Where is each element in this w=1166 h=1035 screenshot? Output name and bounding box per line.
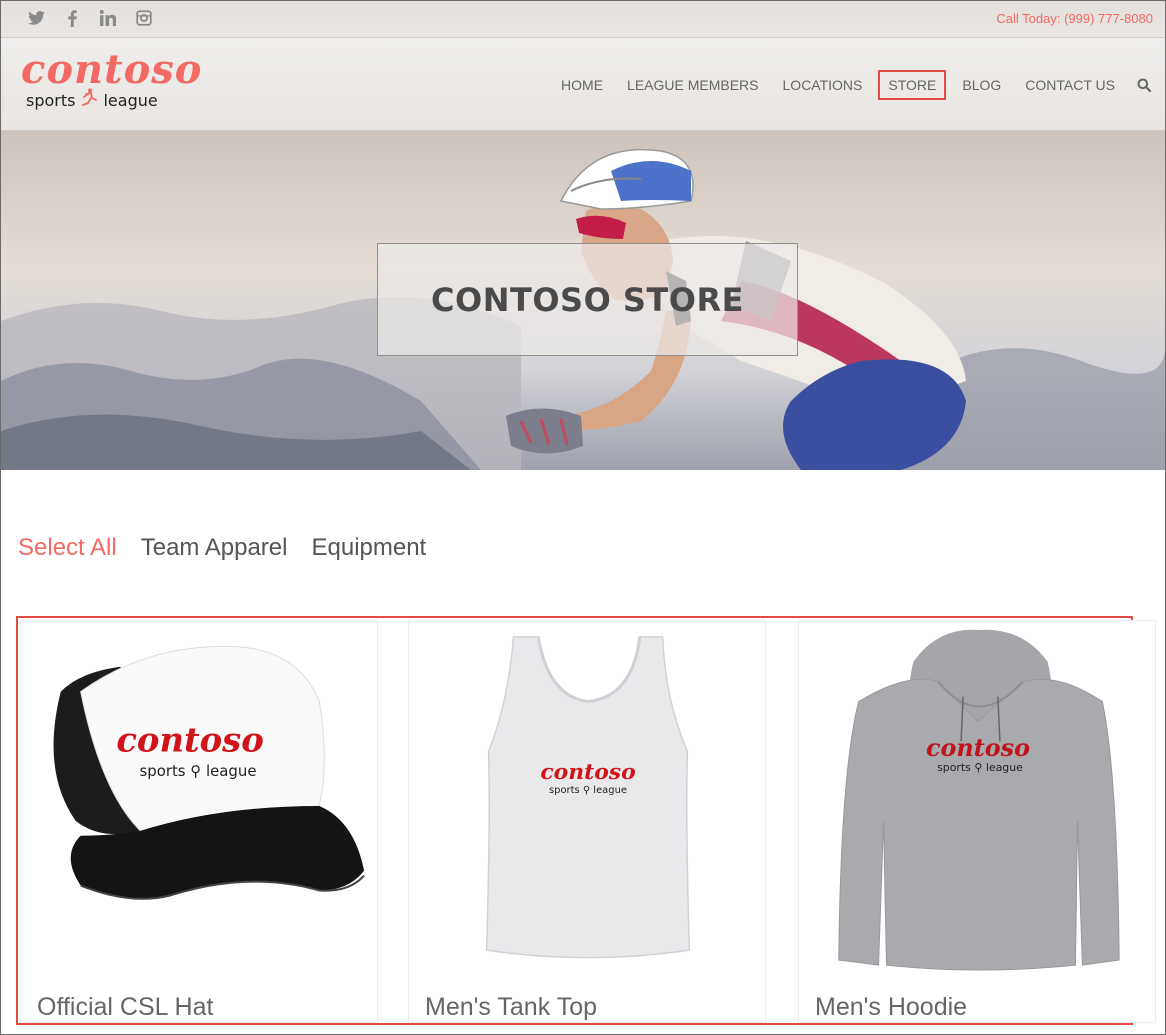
nav-league-members[interactable]: LEAGUE MEMBERS [619,72,766,98]
hero-title: CONTOSO STORE [431,280,744,319]
search-icon[interactable] [1137,78,1151,92]
hero-banner: CONTOSO STORE [1,131,1165,470]
product-name[interactable]: Men's Tank Top [425,993,597,1022]
filter-equipment[interactable]: Equipment [311,534,426,562]
product-card-hoodie[interactable]: contoso sports ⚲ league Men's Hoodie [798,620,1156,1023]
nav-contact-us[interactable]: CONTACT US [1017,72,1123,98]
logo-word-league: league [103,90,158,110]
logo-script-text: contoso [21,46,203,93]
facebook-icon[interactable] [63,9,81,27]
site-logo[interactable]: contoso sports league [21,50,201,122]
product-card-tank-top[interactable]: contoso sports ⚲ league Men's Tank Top [408,620,766,1023]
filter-select-all[interactable]: Select All [18,534,117,562]
logo-subtitle: sports league [26,88,158,112]
hat-image[interactable]: contoso sports ⚲ league [21,621,377,983]
product-card-hat[interactable]: contoso sports ⚲ league Official CSL Hat [20,620,378,1023]
tank-top-image[interactable]: contoso sports ⚲ league [409,621,765,983]
svg-text:contoso: contoso [116,719,263,759]
nav-blog[interactable]: BLOG [954,72,1009,98]
filter-team-apparel[interactable]: Team Apparel [141,534,288,562]
linkedin-icon[interactable] [99,9,117,27]
product-grid: contoso sports ⚲ league Official CSL Hat… [16,616,1156,1025]
top-bar: Call Today: (999) 777-8080 [1,1,1165,37]
main-nav: HOME LEAGUE MEMBERS LOCATIONS STORE BLOG… [545,70,1151,100]
hoodie-image[interactable]: contoso sports ⚲ league [799,621,1155,983]
site-header: contoso sports league HOME LEAGUE MEMBER… [1,37,1165,131]
product-name[interactable]: Men's Hoodie [815,993,967,1022]
call-today-text: Call Today: (999) 777-8080 [996,11,1153,26]
hero-title-box: CONTOSO STORE [377,243,798,356]
logo-word-sports: sports [26,90,76,110]
twitter-icon[interactable] [27,9,45,27]
nav-home[interactable]: HOME [553,72,611,98]
svg-text:sports ⚲ league: sports ⚲ league [549,785,627,796]
svg-text:sports ⚲ league: sports ⚲ league [937,761,1023,774]
svg-text:contoso: contoso [540,759,635,785]
svg-text:sports ⚲ league: sports ⚲ league [139,762,256,780]
product-filter-tabs: Select All Team Apparel Equipment [18,534,426,562]
product-name[interactable]: Official CSL Hat [37,993,213,1022]
runner-icon [81,88,98,112]
nav-store[interactable]: STORE [878,70,947,100]
instagram-icon[interactable] [135,9,153,27]
social-links [27,9,153,27]
svg-text:contoso: contoso [926,734,1030,762]
nav-locations[interactable]: LOCATIONS [775,72,871,98]
